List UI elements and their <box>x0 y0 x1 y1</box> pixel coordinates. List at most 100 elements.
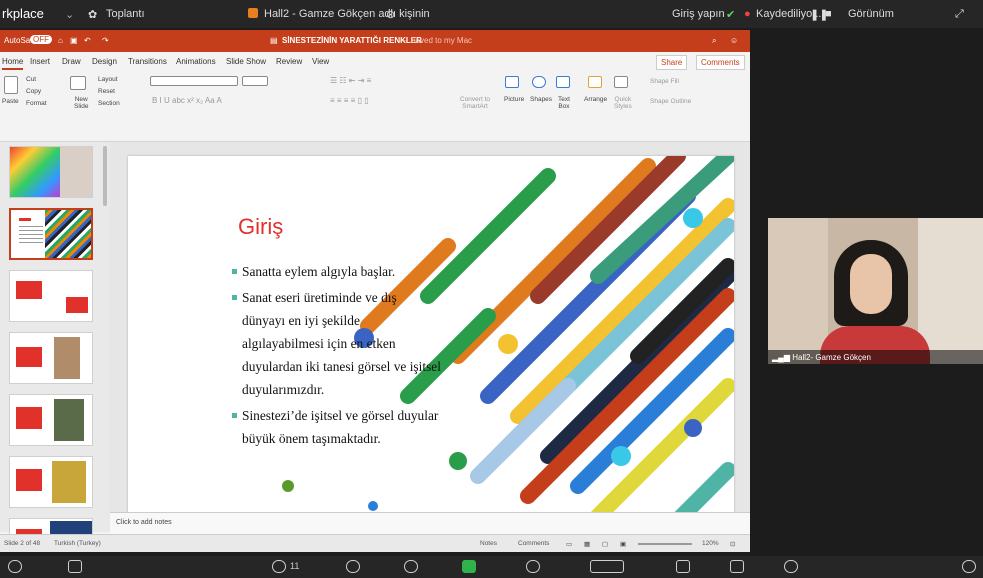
quick-styles-icon[interactable] <box>614 76 628 88</box>
thumbnail-scrollbar[interactable] <box>103 146 107 206</box>
slideshow-icon[interactable]: ▣ <box>620 540 626 548</box>
align-icons[interactable]: ≡ ≡ ≡ ≡ ▯ ▯ <box>330 96 369 105</box>
signal-icon: ▂▄▆ <box>772 353 790 362</box>
slide-body[interactable]: Sanatta eylem algıyla başlar. Sanat eser… <box>232 260 442 450</box>
zoom-top-bar: rkplace ⌄ ✿ Toplantı Hall2 - Gamze Gökçe… <box>0 0 983 28</box>
autosave-toggle[interactable]: OFF <box>30 35 52 44</box>
fit-icon[interactable]: ⊡ <box>730 540 735 548</box>
comments-toggle[interactable]: Comments <box>518 540 549 547</box>
shield-icon: ✔ <box>726 9 736 21</box>
arrange-icon[interactable] <box>588 76 602 88</box>
quick-styles-label: Quick Styles <box>614 96 632 110</box>
slide-thumbnail-6[interactable] <box>9 456 93 508</box>
tab-review[interactable]: Review <box>276 57 302 66</box>
bullet-item: Sanat eseri üretiminde ve dış dünyayı en… <box>232 286 442 401</box>
shapes-icon[interactable] <box>532 76 546 88</box>
tab-draw[interactable]: Draw <box>62 57 81 66</box>
layout-button[interactable]: Layout <box>98 76 118 83</box>
comments-button[interactable]: Comments <box>696 55 745 70</box>
current-slide[interactable]: Giriş Sanatta eylem algıyla başlar. Sana… <box>128 156 734 530</box>
tab-insert[interactable]: Insert <box>30 57 50 66</box>
participant-video[interactable]: ▂▄▆ Hall2- Gamze Gökçen <box>768 218 983 364</box>
share-title: Hall2 - Gamze Gökçen adlı kişinin <box>264 8 430 20</box>
new-slide-icon[interactable] <box>70 76 86 90</box>
signin-label[interactable]: Giriş yapın <box>672 8 725 20</box>
reading-view-icon[interactable]: ▢ <box>602 540 608 548</box>
slide-thumbnail-1[interactable] <box>9 146 93 198</box>
copy-button[interactable]: Copy <box>26 88 41 95</box>
shape-outline-button[interactable]: Shape Outline <box>650 98 691 105</box>
font-format-icons[interactable]: B I U abc x² x₂ Aa A <box>152 96 222 105</box>
notes-pane[interactable]: Click to add notes <box>110 512 750 534</box>
zoom-level[interactable]: 120% <box>702 540 719 547</box>
paste-icon[interactable] <box>4 76 18 94</box>
paste-label: Paste <box>2 98 19 105</box>
meeting-label[interactable]: Toplantı <box>106 8 145 20</box>
font-size-field[interactable] <box>242 76 268 86</box>
whiteboard-icon[interactable] <box>730 560 744 573</box>
zoom-control-bar: 11 <box>0 556 983 578</box>
ppt-title-bar: AutoSave OFF ⌂ ▣ ↶ ↷ ▤ SİNESTEZİNİN YARA… <box>0 30 750 52</box>
share-screen-icon[interactable] <box>462 560 476 573</box>
save-icon[interactable]: ▣ <box>70 36 78 45</box>
participant-name: Hall2- Gamze Gökçen <box>792 353 871 362</box>
notes-placeholder: Click to add notes <box>116 519 172 526</box>
slide-count: Slide 2 of 48 <box>4 540 41 547</box>
stop-record-icon[interactable]: ■ <box>825 8 832 20</box>
arrange-label: Arrange <box>584 96 608 103</box>
tab-design[interactable]: Design <box>92 57 117 66</box>
participants-icon[interactable] <box>272 560 286 573</box>
share-button[interactable]: Share <box>656 55 688 70</box>
home-icon[interactable]: ⌂ <box>58 36 63 45</box>
smiley-icon[interactable]: ☺ <box>730 36 738 45</box>
notes-toggle[interactable]: Notes <box>480 540 497 547</box>
leave-icon[interactable] <box>962 560 976 573</box>
bullet-item: Sinestezi’de işitsel ve görsel duyular b… <box>232 404 442 450</box>
fullscreen-icon[interactable]: ⤢ <box>955 8 964 21</box>
section-button[interactable]: Section <box>98 100 120 107</box>
slide-thumbnail-4[interactable] <box>9 332 93 384</box>
chevron-down-icon[interactable]: ⌄ <box>65 8 74 21</box>
video-icon[interactable] <box>68 560 82 573</box>
zoom-slider[interactable] <box>638 543 692 545</box>
more-icon[interactable] <box>784 560 798 573</box>
picture-icon[interactable] <box>505 76 519 88</box>
record-icon: ● <box>744 8 751 20</box>
shapes-label: Shapes <box>530 96 553 103</box>
redo-icon[interactable]: ↷ <box>102 36 109 45</box>
search-icon[interactable]: ⌕ <box>712 36 716 46</box>
sorter-view-icon[interactable]: ▦ <box>584 540 590 548</box>
slide-thumbnail-2[interactable] <box>9 208 93 260</box>
textbox-icon[interactable] <box>556 76 570 88</box>
options-icon[interactable]: ⊙ <box>386 8 395 21</box>
undo-icon[interactable]: ↶ <box>84 36 91 45</box>
cut-button[interactable]: Cut <box>26 76 36 83</box>
reactions-icon[interactable] <box>404 560 418 573</box>
mute-icon[interactable] <box>8 560 22 573</box>
saved-status: — Saved to my Mac <box>400 36 473 45</box>
slide-thumbnail-3[interactable] <box>9 270 93 322</box>
normal-view-icon[interactable]: ▭ <box>566 540 572 548</box>
apps-icon[interactable] <box>676 560 690 573</box>
slide-thumbnail-5[interactable] <box>9 394 93 446</box>
tab-home[interactable]: Home <box>2 57 24 70</box>
list-icons[interactable]: ☰ ☷ ⇤ ⇥ ≡ <box>330 76 371 85</box>
record-button-icon[interactable] <box>526 560 540 573</box>
chat-icon[interactable] <box>346 560 360 573</box>
view-label[interactable]: Görünüm <box>848 8 894 20</box>
convert-smartart[interactable]: Convert to SmartArt <box>460 96 490 110</box>
tab-slide-show[interactable]: Slide Show <box>226 57 266 66</box>
slide-title[interactable]: Giriş <box>238 214 283 240</box>
font-name-field[interactable] <box>150 76 238 86</box>
participant-name-bar: ▂▄▆ Hall2- Gamze Gökçen <box>768 350 983 364</box>
ribbon-tabs: Home Insert Draw Design Transitions Anim… <box>0 52 750 70</box>
language[interactable]: Turkish (Turkey) <box>54 540 101 547</box>
new-slide-label: New Slide <box>74 96 89 110</box>
shape-fill-button[interactable]: Shape Fill <box>650 78 679 85</box>
reset-button[interactable]: Reset <box>98 88 115 95</box>
pause-share-icon[interactable] <box>590 560 624 573</box>
tab-view[interactable]: View <box>312 57 329 66</box>
tab-transitions[interactable]: Transitions <box>128 57 167 66</box>
tab-animations[interactable]: Animations <box>176 57 216 66</box>
format-button[interactable]: Format <box>26 100 47 107</box>
